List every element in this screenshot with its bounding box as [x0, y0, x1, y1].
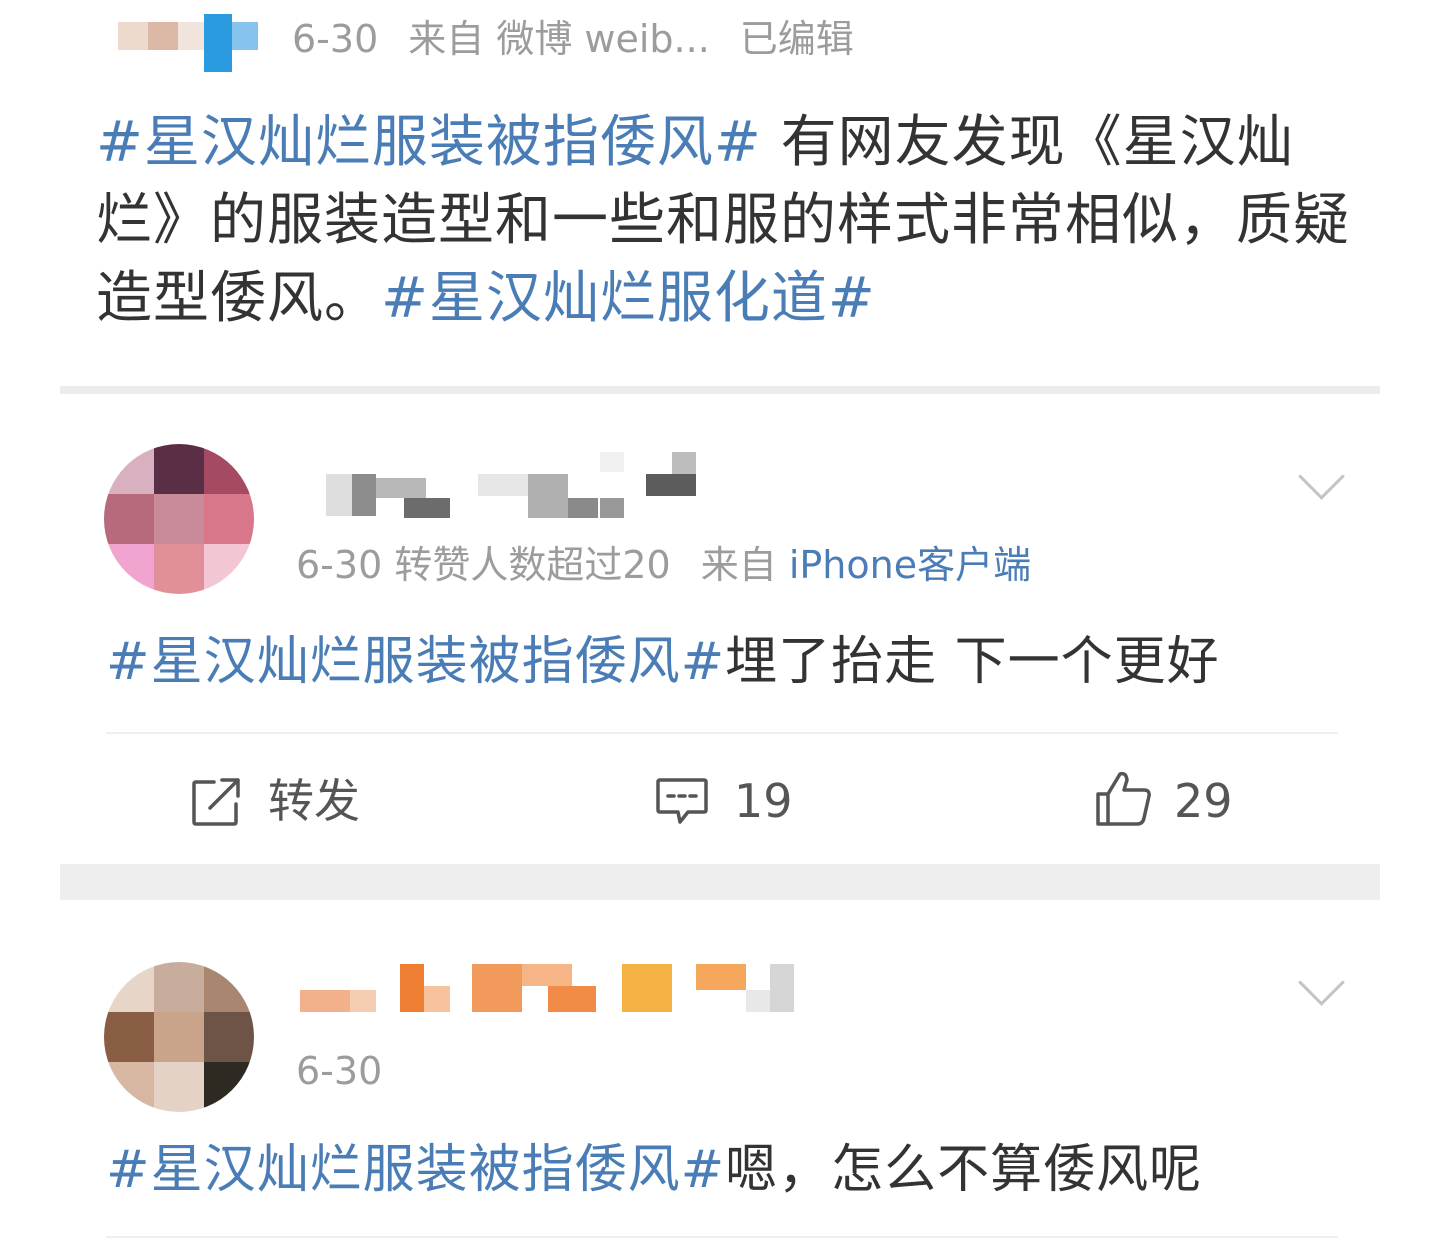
- like-count: 29: [1174, 774, 1233, 828]
- top-post-avatar-blurred[interactable]: [118, 14, 258, 72]
- top-post-body: #星汉灿烂服装被指倭风# 有网友发现《星汉灿烂》的服装造型和一些和服的样式非常相…: [96, 104, 1366, 338]
- top-post-source[interactable]: 来自 微博 weib...: [408, 17, 710, 61]
- comment2-date: 6-30: [296, 1049, 383, 1093]
- comment2-topic-link[interactable]: #星汉灿烂服装被指倭风#: [106, 1140, 725, 1200]
- comment1-avatar-blurred[interactable]: [104, 444, 254, 594]
- comment2-divider: [106, 1236, 1338, 1238]
- comment2-body: #星汉灿烂服装被指倭风#嗯，怎么不算倭风呢: [106, 1144, 1202, 1196]
- post-separator: [60, 386, 1380, 394]
- comment-icon: [656, 778, 708, 824]
- comment1-badge: 转赞人数超过20: [394, 543, 671, 587]
- comment1-username-blurred[interactable]: [300, 452, 700, 518]
- chevron-down-icon[interactable]: [1298, 959, 1345, 1006]
- like-icon: [1096, 771, 1151, 826]
- comment1-source-client[interactable]: iPhone客户端: [789, 543, 1031, 587]
- comment1-date: 6-30: [296, 543, 383, 587]
- chevron-down-icon[interactable]: [1298, 453, 1345, 500]
- top-post-date: 6-30: [292, 17, 379, 61]
- repost-label: 转发: [268, 774, 360, 828]
- comment2-username-blurred[interactable]: [300, 964, 800, 1014]
- comment2-avatar-blurred[interactable]: [104, 962, 254, 1112]
- top-post-meta: 6-30 来自 微博 weib... 已编辑: [292, 20, 854, 58]
- top-post-topic-link-2[interactable]: #星汉灿烂服化道#: [381, 266, 876, 331]
- comment2-text: 嗯，怎么不算倭风呢: [725, 1140, 1203, 1200]
- weibo-screenshot: 6-30 来自 微博 weib... 已编辑 #星汉灿烂服装被指倭风# 有网友发现《…: [0, 0, 1440, 1241]
- comment1-divider: [106, 732, 1338, 734]
- repost-icon: [192, 778, 240, 826]
- like-button[interactable]: 29: [1094, 768, 1244, 828]
- comment2-meta: 6-30: [296, 1052, 382, 1090]
- comment-separator: [60, 864, 1380, 900]
- comment1-source-prefix: 来自: [700, 543, 777, 587]
- comment-count: 19: [734, 774, 793, 828]
- comment1-meta: 6-30 转赞人数超过20 来自 iPhone客户端: [296, 546, 1031, 584]
- top-post-edited: 已编辑: [739, 17, 854, 61]
- top-post-topic-link[interactable]: #星汉灿烂服装被指倭风#: [96, 110, 762, 175]
- comment1-text: 埋了抬走 下一个更好: [725, 632, 1220, 692]
- comment1-topic-link[interactable]: #星汉灿烂服装被指倭风#: [106, 632, 725, 692]
- comment1-body: #星汉灿烂服装被指倭风#埋了抬走 下一个更好: [106, 636, 1220, 688]
- comment-button[interactable]: 19: [654, 774, 804, 830]
